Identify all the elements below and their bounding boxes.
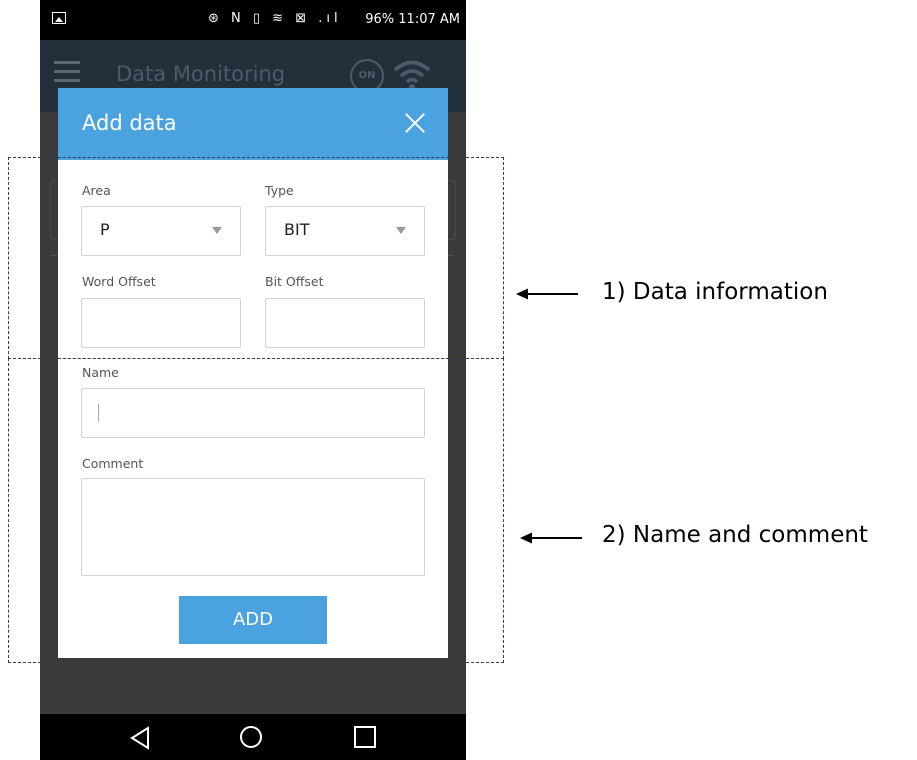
navigation-bar: [40, 714, 466, 760]
back-icon[interactable]: [130, 726, 150, 750]
name-comment-annotation: 2) Name and comment: [602, 522, 868, 548]
status-icons: ⊛ N ▯ ≋ ⊠ .ıl: [208, 11, 342, 26]
status-bar: ⊛ N ▯ ≋ ⊠ .ıl 96% 11:07 AM: [40, 0, 466, 40]
name-comment-outline: [8, 358, 504, 663]
close-icon[interactable]: [404, 112, 426, 134]
hamburger-menu-icon[interactable]: [54, 61, 80, 83]
arrow-left-icon: [516, 288, 578, 300]
dialog-title: Add data: [82, 111, 177, 135]
arrow-left-icon: [520, 532, 582, 544]
home-icon[interactable]: [240, 726, 262, 748]
recent-apps-icon[interactable]: [354, 726, 376, 748]
dialog-header: Add data: [58, 88, 448, 160]
wifi-icon: [393, 60, 431, 90]
status-clock: 96% 11:07 AM: [365, 12, 460, 27]
app-title: Data Monitoring: [116, 62, 286, 86]
time: 11:07 AM: [398, 12, 460, 27]
image-notification-icon: [52, 12, 66, 24]
battery-level: 96%: [365, 12, 395, 27]
data-information-outline: [8, 157, 504, 359]
data-information-annotation: 1) Data information: [602, 279, 828, 305]
